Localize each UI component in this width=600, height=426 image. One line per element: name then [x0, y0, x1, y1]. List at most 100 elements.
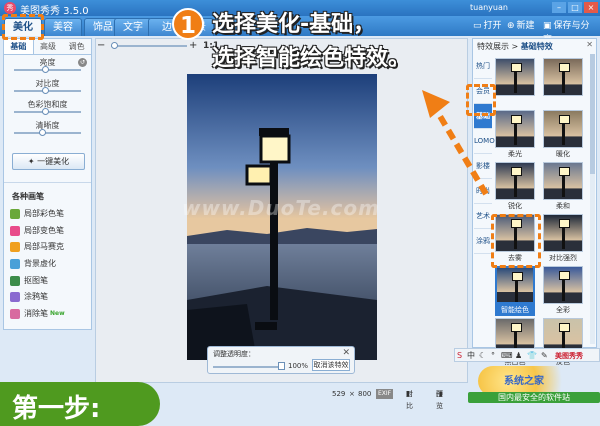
slider-knob[interactable]	[42, 66, 49, 73]
lamp-icon	[559, 115, 570, 145]
effect-soft-light[interactable]: 柔光	[495, 110, 535, 160]
subtab-advanced[interactable]: 高级	[34, 39, 63, 54]
lamp-icon	[511, 115, 522, 145]
close-icon[interactable]: ✕	[342, 348, 350, 358]
user-icon[interactable]: ♟	[515, 350, 522, 362]
wrench-icon[interactable]: ✎	[541, 350, 548, 362]
brush-list: 局部彩色笔 局部变色笔 局部马赛克 背景虚化 抠图笔 涂鸦笔 消除笔 New	[10, 206, 90, 323]
contrast-slider[interactable]: 对比度	[4, 76, 91, 97]
blur-icon	[10, 259, 20, 270]
highlight-smart-color-effect	[491, 214, 541, 268]
effect-sharpen[interactable]: 锐化	[495, 162, 535, 212]
subtab-basic[interactable]: 基础	[4, 39, 34, 54]
brush-doodle[interactable]: 涂鸦笔	[10, 289, 90, 306]
callout-line-2: 选择智能绘色特效。	[212, 46, 411, 71]
keyboard-icon[interactable]: ⌨	[501, 350, 513, 362]
brush-local-recolor[interactable]: 局部变色笔	[10, 223, 90, 240]
close-icon[interactable]: ✕	[586, 40, 593, 49]
left-panel: 基础 高级 调色 ↺ 亮度 对比度 色彩饱和度 清晰度 ✦ 一键美化 各种画笔 …	[3, 38, 92, 330]
lamp-icon	[511, 167, 522, 197]
zoom-out-icon[interactable]: −	[97, 40, 105, 52]
effects-breadcrumb: 特效展示 > 基础特效	[477, 42, 553, 51]
category-doodle[interactable]: 涂鸦	[474, 229, 492, 254]
status-bar: 529 × 800 EXIF ◧ 对比 ◨ 预览	[332, 389, 443, 410]
lamp-icon	[511, 63, 522, 93]
lamp-icon	[559, 219, 570, 249]
saturation-slider[interactable]: 色彩饱和度	[4, 97, 91, 118]
callout-line-1: 选择美化-基础，	[212, 12, 376, 37]
exif-button[interactable]: EXIF	[376, 389, 394, 399]
tab-text[interactable]: 文字	[114, 18, 152, 36]
cancel-effect-button[interactable]: 取消该特效	[312, 359, 350, 371]
opacity-value: 100%	[288, 362, 309, 370]
category-art[interactable]: 艺术	[474, 204, 492, 229]
slider-knob[interactable]	[42, 87, 49, 94]
brush-cutout[interactable]: 抠图笔	[10, 273, 90, 290]
category-hot[interactable]: 热门	[474, 54, 492, 79]
tab-beauty[interactable]: 美容	[44, 18, 82, 36]
plus-icon: ⊕	[507, 21, 515, 31]
zoom-knob[interactable]	[111, 42, 118, 49]
brightness-slider[interactable]: 亮度	[4, 55, 91, 76]
brush-local-color[interactable]: 局部彩色笔	[10, 206, 90, 223]
one-key-beautify-button[interactable]: ✦ 一键美化	[12, 153, 85, 170]
close-button[interactable]: ×	[584, 2, 598, 13]
site-tagline: 国内最安全的软件站	[468, 392, 600, 403]
image-height: 800	[358, 390, 372, 398]
step-banner-text: 第一步:	[12, 394, 101, 424]
divider	[4, 182, 91, 183]
moon-icon[interactable]: ☾	[479, 350, 486, 362]
punctuation-icon[interactable]: °	[491, 350, 495, 362]
brush-mosaic[interactable]: 局部马赛克	[10, 239, 90, 256]
opacity-panel: 调整透明度： ✕ 100% 取消该特效	[207, 346, 355, 374]
site-logo: 系统之家 国内最安全的软件站	[464, 364, 600, 404]
lamp-icon	[559, 167, 570, 197]
effect-soft[interactable]: 柔和	[543, 162, 583, 212]
slider-knob[interactable]	[42, 108, 49, 115]
open-button[interactable]: ▭ 打开	[470, 19, 505, 33]
brush-eraser[interactable]: 消除笔 New	[10, 306, 90, 323]
opacity-slider[interactable]	[213, 366, 281, 368]
shirt-icon[interactable]: 👕	[527, 350, 537, 362]
site-watermark: www.DuoTe.com	[182, 196, 380, 220]
lamp-icon	[559, 63, 570, 93]
effect-warm[interactable]: 暖化	[543, 110, 583, 160]
lamp-icon	[559, 271, 570, 301]
step-number: 1	[172, 8, 204, 40]
size-separator: ×	[349, 390, 355, 398]
save-share-button[interactable]: ▣保存与分享	[540, 19, 600, 45]
subtab-color[interactable]: 调色	[62, 39, 91, 54]
brush-icon	[10, 209, 20, 219]
new-badge: New	[50, 310, 65, 318]
brush-icon	[10, 225, 20, 236]
user-name[interactable]: tuanyuan	[470, 3, 508, 12]
pen-icon	[10, 292, 20, 303]
effects-scrollbar[interactable]	[590, 54, 595, 344]
meitu-brand: 美图秀秀	[555, 352, 583, 360]
brush-background-blur[interactable]: 背景虚化	[10, 256, 90, 273]
effect-smart-color[interactable]: 智能绘色	[495, 266, 535, 316]
minimize-button[interactable]: –	[552, 2, 566, 13]
effect-thumb[interactable]	[543, 58, 583, 108]
eraser-icon	[10, 309, 20, 320]
opacity-knob[interactable]	[278, 362, 285, 370]
effect-thumb[interactable]	[495, 58, 535, 108]
folder-icon: ▭	[473, 21, 482, 31]
effect-high-contrast[interactable]: 对比强烈	[543, 214, 583, 264]
slider-knob[interactable]	[38, 129, 46, 136]
app-logo-icon: 秀	[4, 2, 16, 14]
site-name: 系统之家	[504, 376, 544, 387]
maximize-button[interactable]: □	[568, 2, 582, 13]
opacity-title: 调整透明度：	[213, 350, 255, 358]
window-controls: – □ ×	[552, 2, 598, 13]
tutorial-callout: 1 选择美化-基础， 选择智能绘色特效。	[172, 2, 468, 76]
input-method-icon[interactable]: S	[457, 350, 462, 362]
sharpness-slider[interactable]: 清晰度	[4, 118, 91, 139]
new-button[interactable]: ⊕ 新建	[504, 19, 538, 33]
highlight-beautify-tab	[2, 14, 44, 40]
sub-tabs: 基础 高级 调色	[4, 39, 91, 55]
language-icon[interactable]: 中	[467, 350, 475, 362]
effect-full-color[interactable]: 全彩	[543, 266, 583, 316]
step-banner: 第一步:	[0, 382, 160, 426]
brushes-title: 各种画笔	[12, 192, 44, 201]
